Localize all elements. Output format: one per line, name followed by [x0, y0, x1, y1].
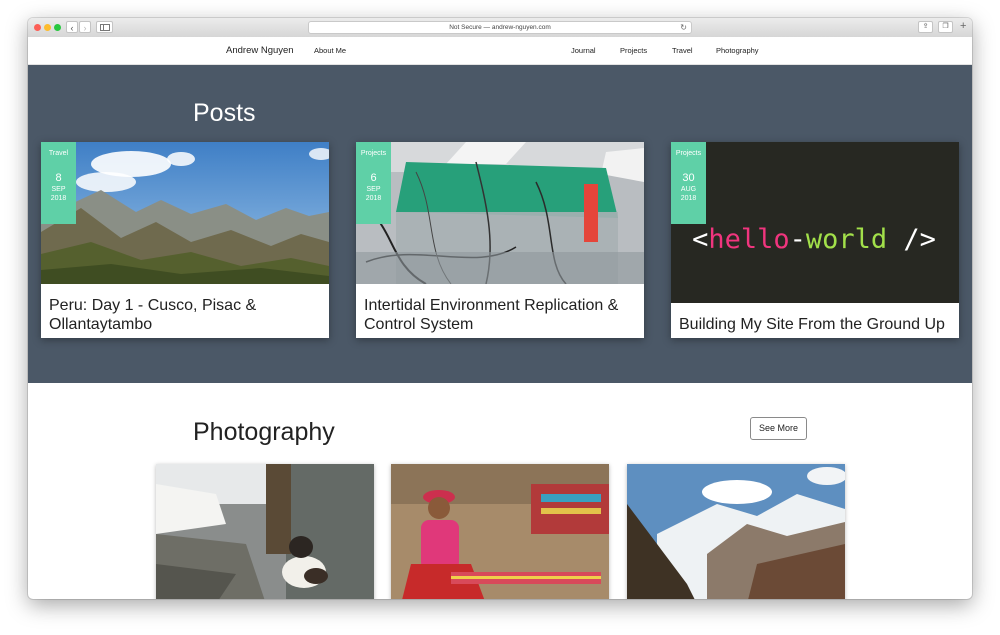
- post-date-year: 2018: [365, 195, 382, 202]
- post-image-mountains: [41, 142, 329, 284]
- post-image-hello-world: <hello-world />: [671, 142, 959, 303]
- photo-card-weaver[interactable]: [391, 464, 609, 599]
- nav-photography[interactable]: Photography: [716, 46, 759, 55]
- post-card-intertidal[interactable]: Projects 6 SEP 2018 Intertidal Environme…: [356, 142, 644, 338]
- nav-travel[interactable]: Travel: [672, 46, 693, 55]
- photo-card-dog-street[interactable]: [156, 464, 374, 599]
- code-hello: hello: [708, 224, 789, 255]
- svg-text:<hello-world />: <hello-world />: [692, 224, 936, 255]
- photo-card-snowy-mountains[interactable]: [627, 464, 845, 599]
- post-category: Projects: [675, 150, 702, 157]
- post-date-year: 2018: [680, 195, 697, 202]
- photography-heading: Photography: [193, 418, 335, 446]
- tab-overview-button[interactable]: ❐: [938, 21, 953, 33]
- post-title[interactable]: Building My Site From the Ground Up: [679, 315, 953, 334]
- post-date-day: 8: [55, 172, 62, 184]
- site-brand-link[interactable]: Andrew Nguyen: [226, 45, 294, 56]
- back-button[interactable]: ‹: [66, 21, 78, 33]
- address-bar[interactable]: Not Secure — andrew-nguyen.com ↻: [308, 21, 692, 34]
- nav-about-me[interactable]: About Me: [314, 46, 346, 55]
- post-date-month: AUG: [680, 186, 697, 193]
- site-navbar: Andrew Nguyen About Me Journal Projects …: [28, 37, 972, 65]
- post-image-tank-apparatus: [356, 142, 644, 284]
- nav-projects[interactable]: Projects: [620, 46, 647, 55]
- post-date-month: SEP: [51, 186, 66, 193]
- share-button[interactable]: ⇪: [918, 21, 933, 33]
- photo-snowy-mountains: [627, 464, 845, 599]
- code-open-bracket: <: [692, 224, 708, 255]
- post-category: Travel: [48, 150, 69, 157]
- post-tag: Projects 30 AUG 2018: [671, 142, 706, 224]
- post-tag: Travel 8 SEP 2018: [41, 142, 76, 224]
- code-close-bracket: />: [887, 224, 936, 255]
- address-bar-text: Not Secure — andrew-nguyen.com: [449, 24, 551, 31]
- post-card-peru[interactable]: Travel 8 SEP 2018 Peru: Day 1 - Cusco, P…: [41, 142, 329, 338]
- post-title[interactable]: Intertidal Environment Replication & Con…: [364, 296, 638, 334]
- minimize-window-button[interactable]: [44, 24, 51, 31]
- sidebar-icon: [100, 24, 110, 31]
- close-window-button[interactable]: [34, 24, 41, 31]
- code-dash: -: [790, 224, 806, 255]
- post-title[interactable]: Peru: Day 1 - Cusco, Pisac & Ollantaytam…: [49, 296, 323, 334]
- forward-button[interactable]: ›: [79, 21, 91, 33]
- post-category: Projects: [360, 150, 387, 157]
- post-date-year: 2018: [50, 195, 67, 202]
- new-tab-button[interactable]: +: [960, 20, 966, 32]
- sidebar-toggle-button[interactable]: [96, 21, 113, 33]
- post-date-month: SEP: [366, 186, 381, 193]
- post-date-day: 30: [682, 172, 695, 184]
- see-more-button[interactable]: See More: [750, 417, 807, 440]
- post-tag: Projects 6 SEP 2018: [356, 142, 391, 224]
- maximize-window-button[interactable]: [54, 24, 61, 31]
- post-card-site-build[interactable]: <hello-world /> Projects 30 AUG 2018 Bui…: [671, 142, 959, 338]
- code-world: world: [806, 224, 887, 255]
- nav-journal[interactable]: Journal: [571, 46, 596, 55]
- photo-weaver: [391, 464, 609, 599]
- browser-toolbar: ‹ › Not Secure — andrew-nguyen.com ↻ ⇪ ❐…: [28, 18, 972, 38]
- photo-dog-street: [156, 464, 374, 599]
- posts-heading: Posts: [193, 99, 256, 127]
- post-date-day: 6: [370, 172, 377, 184]
- posts-section: Posts Travel 8 SEP 2018 Peru: Day 1 - Cu…: [28, 65, 972, 383]
- reload-icon[interactable]: ↻: [680, 22, 687, 33]
- browser-window: ‹ › Not Secure — andrew-nguyen.com ↻ ⇪ ❐…: [28, 18, 972, 599]
